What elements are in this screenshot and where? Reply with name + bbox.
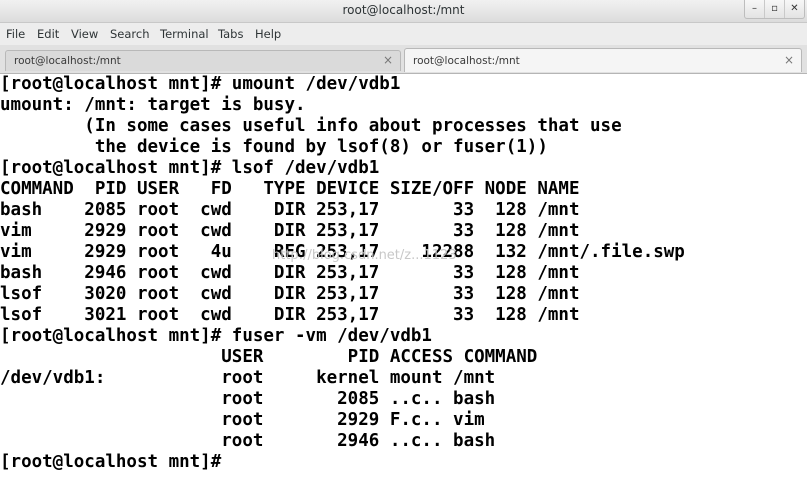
terminal-line: lsof 3021 root cwd DIR 253,17 33 128 /mn… — [0, 305, 580, 325]
terminal-line: the device is found by lsof(8) or fuser(… — [0, 137, 548, 157]
menu-tabs[interactable]: Tabs — [218, 27, 243, 41]
terminal-line: bash 2946 root cwd DIR 253,17 33 128 /mn… — [0, 263, 580, 283]
tab-bar: root@localhost:/mnt × root@localhost:/mn… — [0, 45, 807, 74]
terminal-line: COMMAND PID USER FD TYPE DEVICE SIZE/OFF… — [0, 179, 580, 199]
terminal-line: [root@localhost mnt]# — [0, 452, 222, 472]
terminal-line: root 2085 ..c.. bash — [0, 389, 496, 409]
terminal-line: USER PID ACCESS COMMAND — [0, 347, 538, 367]
window-title: root@localhost:/mnt — [342, 3, 465, 17]
terminal-line: root 2946 ..c.. bash — [0, 431, 496, 451]
title-bar: root@localhost:/mnt – ▫ ✕ — [0, 0, 807, 23]
menu-edit[interactable]: Edit — [37, 27, 59, 41]
terminal-line: [root@localhost mnt]# fuser -vm /dev/vdb… — [0, 326, 432, 346]
terminal-line: vim 2929 root cwd DIR 253,17 33 128 /mnt — [0, 221, 580, 241]
terminal-line: (In some cases useful info about process… — [0, 116, 622, 136]
tab-close-icon[interactable]: × — [383, 53, 393, 67]
tab-1[interactable]: root@localhost:/mnt × — [5, 50, 401, 71]
terminal-line: /dev/vdb1: root kernel mount /mnt — [0, 368, 496, 388]
maximize-button[interactable]: ▫ — [764, 0, 784, 18]
terminal-line: [root@localhost mnt]# lsof /dev/vdb1 — [0, 158, 380, 178]
menu-file[interactable]: File — [6, 27, 25, 41]
tab-close-icon[interactable]: × — [784, 53, 794, 67]
tab-2[interactable]: root@localhost:/mnt × — [404, 48, 802, 72]
menu-view[interactable]: View — [71, 27, 98, 41]
terminal-line: vim 2929 root 4u REG 253,17 12288 132 /m… — [0, 242, 685, 262]
terminal-line: lsof 3020 root cwd DIR 253,17 33 128 /mn… — [0, 284, 580, 304]
tab-label: root@localhost:/mnt — [14, 55, 121, 67]
terminal-line: bash 2085 root cwd DIR 253,17 33 128 /mn… — [0, 200, 580, 220]
window-controls: – ▫ ✕ — [744, 0, 805, 19]
terminal-line: root 2929 F.c.. vim — [0, 410, 485, 430]
menu-bar: File Edit View Search Terminal Tabs Help — [0, 23, 807, 45]
terminal-line: umount: /mnt: target is busy. — [0, 95, 306, 115]
menu-search[interactable]: Search — [110, 27, 150, 41]
menu-help[interactable]: Help — [255, 27, 281, 41]
terminal-area[interactable]: [root@localhost mnt]# umount /dev/vdb1 u… — [0, 74, 807, 494]
minimize-button[interactable]: – — [745, 0, 764, 18]
terminal-line: [root@localhost mnt]# umount /dev/vdb1 — [0, 74, 401, 94]
close-window-button[interactable]: ✕ — [784, 0, 804, 18]
tab-label: root@localhost:/mnt — [413, 55, 520, 67]
menu-terminal[interactable]: Terminal — [160, 27, 209, 41]
